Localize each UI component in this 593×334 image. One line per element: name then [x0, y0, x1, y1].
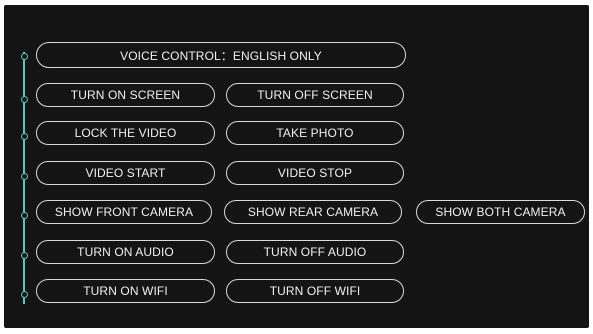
- timeline-node: [20, 133, 28, 140]
- timeline-node: [20, 252, 28, 259]
- command-label: VIDEO START: [85, 166, 166, 180]
- command-label: TURN OFF SCREEN: [257, 88, 373, 102]
- timeline-node: [20, 212, 28, 219]
- show-rear-camera-command: SHOW REAR CAMERA: [224, 200, 402, 224]
- voice-control-screen: VOICE CONTROL：ENGLISH ONLY TURN ON SCREE…: [4, 5, 589, 328]
- video-stop-command: VIDEO STOP: [226, 161, 404, 185]
- turn-on-wifi-command: TURN ON WIFI: [36, 279, 215, 303]
- timeline-node: [20, 53, 28, 60]
- command-label: SHOW REAR CAMERA: [247, 205, 379, 219]
- voice-control-header: VOICE CONTROL：ENGLISH ONLY: [36, 42, 406, 68]
- command-label: TURN OFF AUDIO: [263, 245, 367, 259]
- command-label: SHOW FRONT CAMERA: [54, 205, 194, 219]
- lock-video-command: LOCK THE VIDEO: [36, 121, 215, 145]
- command-label: TAKE PHOTO: [276, 126, 354, 140]
- command-label: LOCK THE VIDEO: [74, 126, 177, 140]
- command-label: TURN ON AUDIO: [77, 245, 174, 259]
- timeline-node: [20, 291, 28, 298]
- take-photo-command: TAKE PHOTO: [226, 121, 404, 145]
- show-both-camera-command: SHOW BOTH CAMERA: [416, 200, 585, 224]
- timeline-node: [20, 173, 28, 180]
- command-label: SHOW BOTH CAMERA: [435, 205, 566, 219]
- video-start-command: VIDEO START: [36, 161, 215, 185]
- turn-on-screen-command: TURN ON SCREEN: [36, 83, 215, 107]
- voice-control-label: VOICE CONTROL：ENGLISH ONLY: [120, 48, 322, 63]
- command-label: TURN OFF WIFI: [269, 284, 361, 298]
- turn-off-audio-command: TURN OFF AUDIO: [226, 240, 404, 264]
- command-label: VIDEO STOP: [277, 166, 353, 180]
- command-label: TURN ON SCREEN: [70, 88, 181, 102]
- turn-off-wifi-command: TURN OFF WIFI: [226, 279, 404, 303]
- turn-on-audio-command: TURN ON AUDIO: [36, 240, 215, 264]
- show-front-camera-command: SHOW FRONT CAMERA: [36, 200, 212, 224]
- command-label: TURN ON WIFI: [83, 284, 168, 298]
- timeline-node: [20, 96, 28, 103]
- turn-off-screen-command: TURN OFF SCREEN: [226, 83, 404, 107]
